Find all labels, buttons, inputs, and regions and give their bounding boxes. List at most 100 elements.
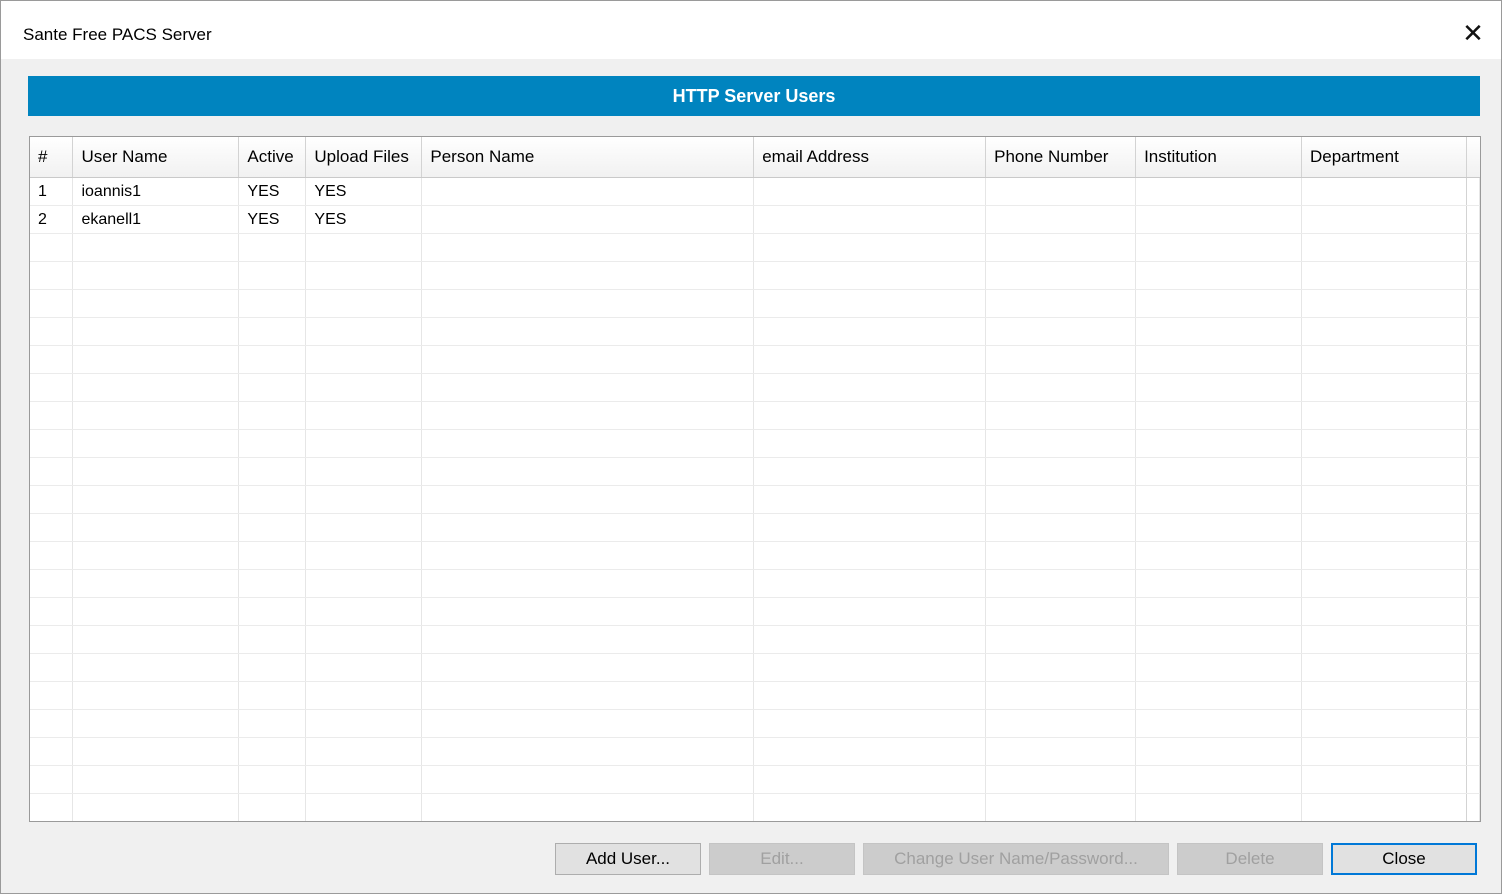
empty-cell [238,233,307,262]
empty-cell [753,457,987,486]
empty-row[interactable] [30,541,1480,570]
empty-cell [421,457,755,486]
empty-cell [72,289,240,318]
empty-cell [753,709,987,738]
empty-row[interactable] [30,625,1480,654]
empty-cell [1466,541,1480,570]
empty-row[interactable] [30,513,1480,542]
empty-cell [238,317,307,346]
empty-row[interactable] [30,737,1480,766]
empty-cell [421,317,755,346]
empty-cell [1135,541,1302,570]
empty-cell [1135,513,1302,542]
empty-cell [421,541,755,570]
empty-cell [1135,709,1302,738]
empty-cell [985,317,1137,346]
empty-cell [985,793,1137,821]
empty-cell [985,765,1137,794]
empty-cell [238,485,307,514]
close-button[interactable]: Close [1331,843,1477,875]
empty-row[interactable] [30,457,1480,486]
empty-cell [1466,709,1480,738]
cell-institution [1135,177,1302,206]
empty-row[interactable] [30,597,1480,626]
empty-row[interactable] [30,485,1480,514]
empty-row[interactable] [30,373,1480,402]
empty-cell [305,653,423,682]
column-header[interactable]: # [30,137,74,178]
empty-cell [753,261,987,290]
column-header[interactable]: email Address [753,137,987,178]
empty-cell [72,457,240,486]
table-row[interactable]: 2 ekanell1 YES YES [30,205,1480,234]
empty-cell [238,653,307,682]
cell-email [753,177,987,206]
empty-cell [72,373,240,402]
empty-cell [72,653,240,682]
empty-cell [1466,681,1480,710]
empty-row[interactable] [30,317,1480,346]
empty-row[interactable] [30,261,1480,290]
empty-cell [1301,457,1467,486]
empty-row[interactable] [30,569,1480,598]
edit-button[interactable]: Edit... [709,843,855,875]
empty-cell [72,485,240,514]
empty-cell [1301,317,1467,346]
cell-active: YES [238,177,307,206]
empty-cell [305,709,423,738]
pacs-dialog: Sante Free PACS Server ✕ HTTP Server Use… [0,0,1502,894]
cell-filler [1466,177,1480,206]
column-header[interactable]: User Name [72,137,240,178]
close-icon[interactable]: ✕ [1445,11,1501,55]
empty-cell [985,233,1137,262]
empty-cell [1135,597,1302,626]
empty-cell [238,597,307,626]
empty-cell [30,457,74,486]
empty-row[interactable] [30,233,1480,262]
empty-cell [238,793,307,821]
empty-row[interactable] [30,289,1480,318]
empty-cell [1301,793,1467,821]
table-row[interactable]: 1 ioannis1 YES YES [30,177,1480,206]
empty-cell [30,261,74,290]
empty-cell [72,261,240,290]
empty-cell [238,681,307,710]
empty-cell [1135,681,1302,710]
empty-cell [421,289,755,318]
empty-cell [30,597,74,626]
empty-row[interactable] [30,681,1480,710]
empty-cell [305,765,423,794]
empty-cell [1135,373,1302,402]
empty-cell [238,625,307,654]
empty-row[interactable] [30,401,1480,430]
empty-cell [421,681,755,710]
empty-cell [305,289,423,318]
empty-cell [421,513,755,542]
column-header[interactable]: Active [238,137,307,178]
empty-row[interactable] [30,653,1480,682]
empty-row[interactable] [30,709,1480,738]
empty-row[interactable] [30,793,1480,821]
delete-button[interactable]: Delete [1177,843,1323,875]
empty-row[interactable] [30,345,1480,374]
add-user-button[interactable]: Add User... [555,843,701,875]
empty-cell [421,261,755,290]
column-header[interactable]: Institution [1135,137,1302,178]
column-header[interactable]: Upload Files [305,137,423,178]
column-header[interactable]: Department [1301,137,1467,178]
cell-department [1301,177,1467,206]
empty-row[interactable] [30,765,1480,794]
column-header[interactable]: Phone Number [985,137,1137,178]
empty-cell [72,541,240,570]
empty-row[interactable] [30,429,1480,458]
users-grid[interactable]: # User Name Active Upload Files Person N… [29,136,1481,822]
empty-cell [30,653,74,682]
empty-cell [238,513,307,542]
change-credentials-button[interactable]: Change User Name/Password... [863,843,1169,875]
empty-cell [72,765,240,794]
empty-cell [305,261,423,290]
empty-cell [421,737,755,766]
empty-cell [985,401,1137,430]
column-header[interactable]: Person Name [421,137,755,178]
empty-cell [1301,345,1467,374]
